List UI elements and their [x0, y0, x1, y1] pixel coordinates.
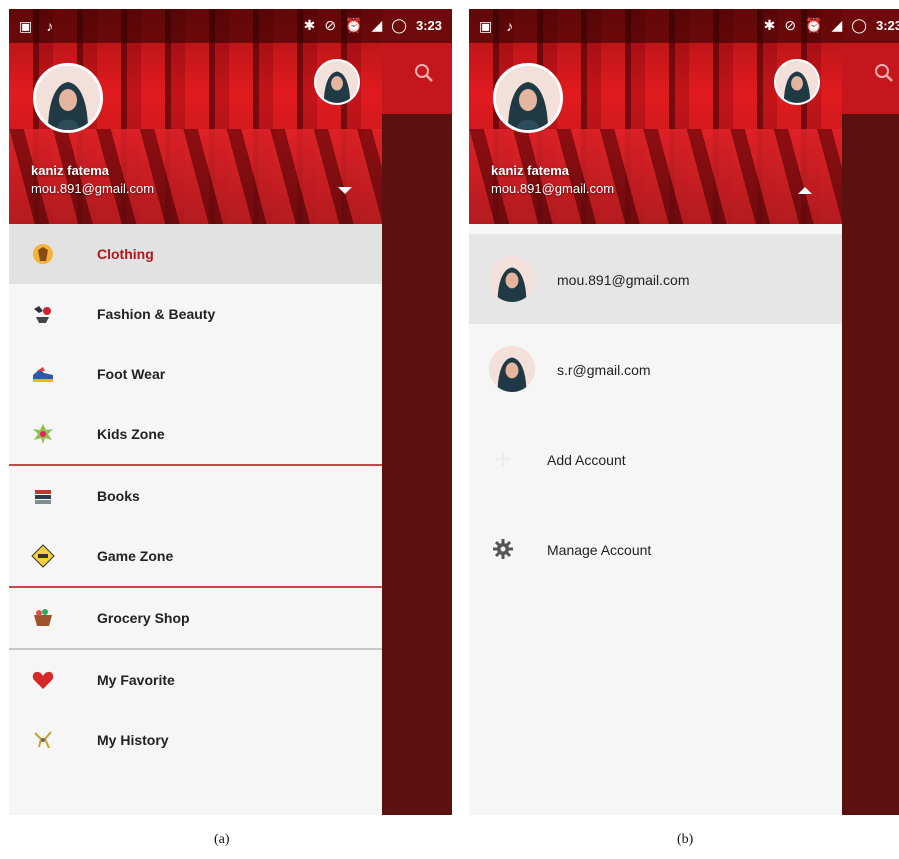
user-email: mou.891@gmail.com — [491, 181, 615, 196]
menu-item-my-history[interactable]: My History — [9, 710, 382, 770]
manage-account-button[interactable]: Manage Account — [469, 504, 842, 594]
user-name: kaniz fatema — [31, 163, 110, 178]
image-icon: ▣ — [479, 18, 493, 34]
navigation-drawer: kaniz fatema mou.891@gmail.com mou.891@g… — [469, 9, 842, 815]
alarm-icon: ⏰ — [345, 17, 363, 33]
search-icon[interactable] — [872, 61, 896, 85]
menu-item-clothing[interactable]: Clothing — [9, 224, 382, 284]
menu-item-game-zone[interactable]: Game Zone — [9, 526, 382, 586]
category-menu: Clothing Fashion & Beauty Foot Wear Kids… — [9, 224, 382, 770]
do-not-disturb-icon: ⊘ — [324, 17, 337, 33]
secondary-account-avatar[interactable] — [314, 59, 360, 105]
books-icon — [31, 484, 55, 508]
menu-item-label: Fashion & Beauty — [97, 306, 216, 322]
menu-item-label: Clothing — [97, 246, 154, 262]
bluetooth-icon: ✱ — [763, 17, 776, 33]
user-name: kaniz fatema — [491, 163, 570, 178]
account-item-primary[interactable]: mou.891@gmail.com — [469, 234, 842, 324]
chevron-down-icon[interactable] — [338, 187, 352, 194]
image-icon: ▣ — [19, 18, 33, 34]
avatar — [489, 256, 535, 302]
avatar[interactable] — [33, 63, 103, 133]
status-time: 3:23 — [415, 17, 442, 33]
menu-item-books[interactable]: Books — [9, 466, 382, 526]
menu-item-kids-zone[interactable]: Kids Zone — [9, 404, 382, 464]
status-time: 3:23 — [875, 17, 899, 33]
lte-signal-icon: ◢ — [371, 17, 383, 33]
menu-item-my-favorite[interactable]: My Favorite — [9, 650, 382, 710]
navigation-drawer: kaniz fatema mou.891@gmail.com Clothing … — [9, 9, 382, 815]
caption-b: (b) — [677, 832, 694, 847]
screenshot-a: kaniz fatema mou.891@gmail.com Clothing … — [9, 9, 452, 815]
content-behind-drawer[interactable] — [382, 9, 452, 815]
menu-item-foot-wear[interactable]: Foot Wear — [9, 344, 382, 404]
fashion-beauty-icon — [31, 302, 55, 326]
menu-item-label: Books — [97, 488, 140, 504]
menu-item-label: Game Zone — [97, 548, 174, 564]
menu-item-label: Foot Wear — [97, 366, 166, 382]
notification-icon: ♪ — [46, 18, 54, 34]
chevron-up-icon[interactable] — [798, 187, 812, 194]
search-icon[interactable] — [412, 61, 436, 85]
add-icon — [496, 452, 510, 466]
menu-item-label: My History — [97, 732, 169, 748]
footwear-icon — [31, 362, 55, 386]
status-bar: ▣ ♪ ✱ ⊘ ⏰ ◢ ◯ 3:23 — [469, 9, 899, 43]
avatar — [489, 346, 535, 392]
clothing-icon — [31, 242, 55, 266]
status-bar: ▣ ♪ ✱ ⊘ ⏰ ◢ ◯ 3:23 — [9, 9, 452, 43]
menu-item-label: Kids Zone — [97, 426, 165, 442]
account-item-secondary[interactable]: s.r@gmail.com — [469, 324, 842, 414]
bluetooth-icon: ✱ — [303, 17, 316, 33]
menu-item-label: Grocery Shop — [97, 610, 190, 626]
add-account-label: Add Account — [547, 452, 626, 468]
lte-signal-icon: ◢ — [831, 17, 843, 33]
menu-item-label: My Favorite — [97, 672, 175, 688]
grocery-icon — [31, 606, 55, 630]
avatar[interactable] — [493, 63, 563, 133]
screenshot-b: kaniz fatema mou.891@gmail.com mou.891@g… — [469, 9, 899, 815]
content-behind-drawer[interactable] — [842, 9, 899, 815]
battery-ring-icon: ◯ — [391, 17, 407, 33]
heart-icon — [31, 668, 55, 692]
alarm-icon: ⏰ — [805, 17, 823, 33]
add-account-button[interactable]: Add Account — [469, 414, 842, 504]
account-email: s.r@gmail.com — [557, 362, 651, 378]
gear-icon — [493, 539, 513, 559]
manage-account-label: Manage Account — [547, 542, 652, 558]
notification-icon: ♪ — [506, 18, 514, 34]
menu-item-grocery-shop[interactable]: Grocery Shop — [9, 588, 382, 648]
battery-ring-icon: ◯ — [851, 17, 867, 33]
game-zone-icon — [31, 544, 55, 568]
menu-item-fashion-beauty[interactable]: Fashion & Beauty — [9, 284, 382, 344]
history-icon — [31, 728, 55, 752]
account-email: mou.891@gmail.com — [557, 272, 690, 288]
caption-a: (a) — [214, 832, 230, 847]
secondary-account-avatar[interactable] — [774, 59, 820, 105]
do-not-disturb-icon: ⊘ — [784, 17, 797, 33]
kids-zone-icon — [31, 422, 55, 446]
account-list: mou.891@gmail.com s.r@gmail.com Add Acco… — [469, 234, 842, 594]
user-email: mou.891@gmail.com — [31, 181, 155, 196]
